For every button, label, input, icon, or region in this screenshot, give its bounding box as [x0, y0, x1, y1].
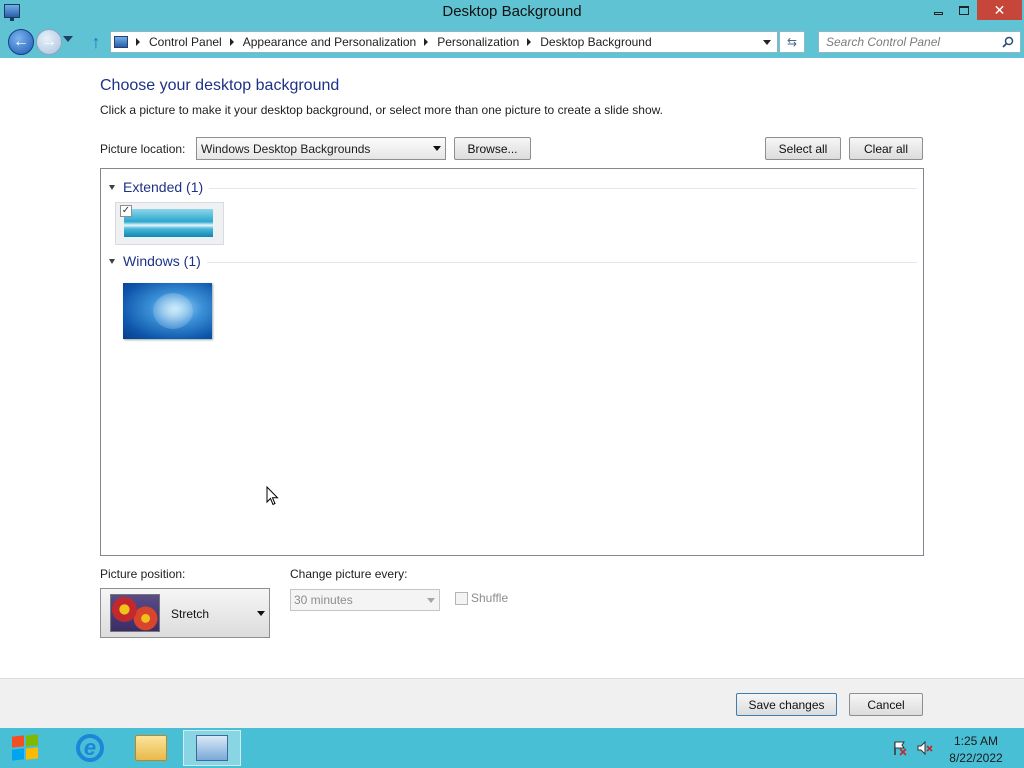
breadcrumb-separator-icon[interactable] [424, 38, 429, 46]
picture-position-label: Picture position: [100, 567, 186, 581]
forward-arrow-icon: → [41, 33, 57, 50]
clock-date: 8/22/2022 [949, 751, 1003, 765]
page-heading: Choose your desktop background [100, 77, 340, 94]
minimize-button[interactable] [925, 0, 951, 20]
forward-button[interactable]: → [36, 29, 62, 55]
picture-position-value: Stretch [171, 607, 210, 621]
taskbar-control-panel[interactable] [183, 730, 241, 766]
wallpaper-gallery[interactable]: Extended (1) ✓ Windows (1) [100, 168, 924, 556]
up-button[interactable]: ↑ [86, 32, 106, 52]
clear-all-button[interactable]: Clear all [849, 137, 923, 160]
picture-location-dropdown[interactable]: Windows Desktop Backgrounds [196, 137, 446, 160]
chevron-down-icon [433, 146, 441, 151]
group-title: Extended (1) [123, 179, 204, 195]
collapse-triangle-icon[interactable] [109, 184, 115, 190]
breadcrumb-personalization[interactable]: Personalization [437, 35, 519, 49]
breadcrumb-separator-icon[interactable] [527, 38, 532, 46]
group-title: Windows (1) [123, 253, 201, 269]
back-button[interactable]: ← [8, 29, 34, 55]
refresh-button[interactable]: ⇆ [779, 31, 805, 53]
change-picture-label: Change picture every: [290, 567, 408, 581]
recent-pages-dropdown-icon[interactable] [63, 36, 73, 42]
page-instructions: Click a picture to make it your desktop … [100, 103, 663, 117]
shuffle-label: Shuffle [471, 591, 509, 605]
taskbar-file-explorer[interactable] [122, 730, 180, 766]
group-header-windows[interactable]: Windows (1) [109, 253, 917, 269]
save-changes-button[interactable]: Save changes [736, 693, 837, 716]
breadcrumb-separator-icon[interactable] [136, 38, 140, 46]
address-bar[interactable]: Control Panel Appearance and Personaliza… [110, 31, 778, 53]
change-picture-dropdown[interactable]: 30 minutes [290, 589, 440, 611]
dialog-footer: Save changes Cancel [0, 678, 1024, 728]
window-title: Desktop Background [442, 3, 582, 20]
breadcrumb-control-panel[interactable]: Control Panel [149, 35, 222, 49]
wallpaper-thumbnail-windows[interactable] [123, 283, 212, 339]
refresh-icon: ⇆ [786, 35, 798, 49]
windows-logo-icon [26, 747, 38, 760]
navigation-bar: ← → ↑ Control Panel Appearance and Perso… [0, 26, 1024, 58]
search-box[interactable] [818, 31, 1021, 53]
collapse-triangle-icon[interactable] [109, 258, 115, 264]
taskbar-internet-explorer[interactable]: e [61, 730, 119, 766]
picture-position-dropdown[interactable]: Stretch [100, 588, 270, 638]
minimize-icon [933, 11, 943, 15]
thumbnail-checkbox[interactable]: ✓ [120, 205, 132, 217]
start-button[interactable] [12, 734, 40, 762]
main-content: Choose your desktop background Click a p… [0, 58, 1024, 678]
clock-time: 1:25 AM [953, 734, 999, 748]
close-icon: ✕ [993, 1, 1006, 18]
browse-button[interactable]: Browse... [454, 137, 531, 160]
change-picture-value: 30 minutes [294, 593, 353, 607]
taskbar: e [0, 728, 1024, 768]
picture-location-value: Windows Desktop Backgrounds [201, 141, 371, 156]
group-divider [209, 187, 917, 189]
volume-muted-icon[interactable] [916, 740, 934, 756]
up-arrow-icon: ↑ [91, 31, 101, 52]
windows-logo-icon [12, 748, 24, 761]
control-panel-icon [196, 735, 228, 761]
address-dropdown-icon[interactable] [763, 40, 771, 45]
search-input[interactable] [819, 32, 997, 52]
wallpaper-thumbnail-extended[interactable]: ✓ [115, 202, 224, 245]
chevron-down-icon [427, 598, 435, 603]
breadcrumb-separator-icon[interactable] [229, 38, 234, 46]
close-button[interactable]: ✕ [977, 0, 1022, 20]
title-bar: Desktop Background ✕ [0, 0, 1024, 26]
select-all-button[interactable]: Select all [765, 137, 841, 160]
windows-logo-icon [26, 734, 38, 747]
folder-icon [135, 735, 167, 761]
wallpaper-preview-image [124, 209, 213, 237]
breadcrumb-desktop-background[interactable]: Desktop Background [540, 35, 651, 49]
internet-explorer-icon: e [76, 734, 104, 762]
action-center-flag-icon[interactable] [892, 740, 908, 756]
restore-icon [959, 5, 969, 15]
search-icon[interactable] [1002, 36, 1014, 48]
picture-location-label: Picture location: [100, 142, 186, 156]
restore-button[interactable] [951, 0, 977, 20]
breadcrumb-appearance[interactable]: Appearance and Personalization [243, 35, 416, 49]
group-header-extended[interactable]: Extended (1) [109, 179, 917, 195]
group-divider [206, 261, 917, 263]
shuffle-checkbox[interactable] [455, 592, 468, 605]
control-panel-icon [114, 36, 128, 48]
mouse-cursor-icon [266, 486, 279, 506]
position-preview-image [110, 594, 160, 632]
chevron-down-icon [257, 611, 265, 616]
cancel-button[interactable]: Cancel [849, 693, 923, 716]
system-clock[interactable]: 1:25 AM 8/22/2022 [940, 733, 1012, 767]
windows-logo-icon [12, 735, 24, 748]
back-arrow-icon: ← [13, 33, 29, 50]
